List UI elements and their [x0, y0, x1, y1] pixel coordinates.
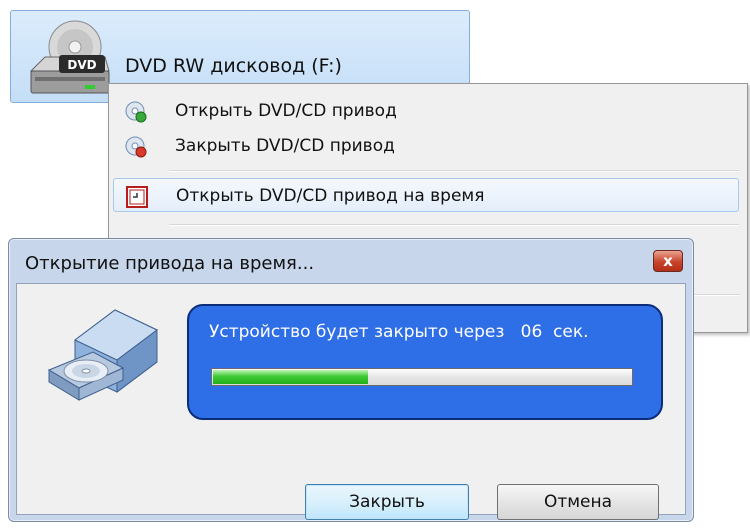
menu-item-close-drive[interactable]: Закрыть DVD/CD привод [113, 129, 739, 163]
dvd-badge-text: DVD [67, 58, 96, 72]
window-close-button[interactable]: x [653, 250, 683, 272]
dialog-title: Открытие привода на время... [25, 253, 315, 274]
countdown-panel: Устройство будет закрыто через 06 сек. [187, 304, 663, 420]
progress-fill [213, 370, 368, 384]
dvd-drive-icon: DVD [29, 20, 110, 94]
drive-label: DVD RW дисковод (F:) [125, 55, 342, 77]
disc-close-icon [125, 136, 147, 158]
cancel-button[interactable]: Отмена [497, 484, 659, 520]
menu-separator [169, 170, 739, 172]
close-button[interactable]: Закрыть [305, 484, 469, 520]
menu-item-label: Открыть DVD/CD привод [175, 101, 397, 121]
dvd-drive-3d-icon [47, 309, 158, 401]
disc-eject-icon [125, 101, 147, 123]
menu-separator [169, 224, 739, 226]
timed-open-dialog: Открытие привода на время... x Устройств… [8, 238, 694, 522]
countdown-message: Устройство будет закрыто через 06 сек. [209, 322, 589, 342]
menu-item-open-drive[interactable]: Открыть DVD/CD привод [113, 94, 739, 128]
countdown-progress [211, 368, 633, 386]
menu-item-open-drive-timed[interactable]: Открыть DVD/CD привод на время [113, 178, 739, 212]
menu-item-label: Открыть DVD/CD привод на время [176, 186, 485, 206]
dialog-body: Устройство будет закрыто через 06 сек. З… [16, 283, 686, 520]
menu-item-label: Закрыть DVD/CD привод [175, 136, 395, 156]
timer-icon [126, 186, 148, 208]
close-icon: x [663, 252, 673, 270]
